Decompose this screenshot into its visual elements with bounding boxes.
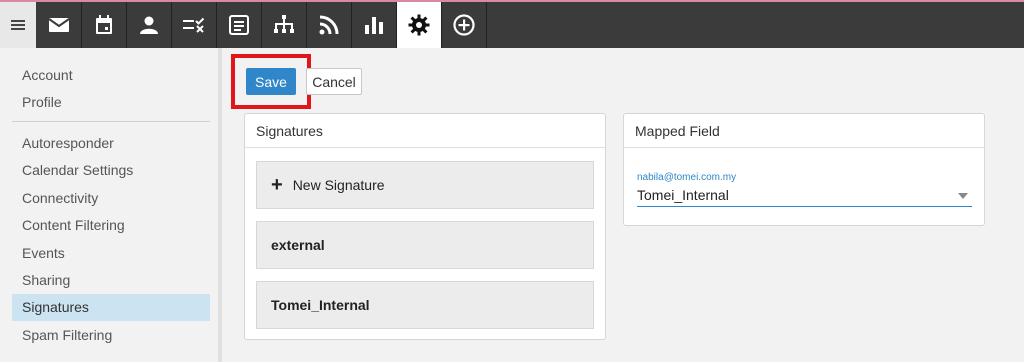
mail-app-button[interactable] <box>37 2 82 48</box>
org-chart-app-button[interactable] <box>262 2 307 48</box>
notes-icon <box>229 15 249 35</box>
add-circle-icon <box>453 14 475 36</box>
hamburger-icon <box>11 20 25 30</box>
mapped-field-panel: Mapped Field nabila@tomei.com.my Tomei_I… <box>623 113 985 226</box>
sidebar-item-autoresponder[interactable]: Autoresponder <box>12 130 210 157</box>
contacts-icon <box>140 16 158 34</box>
contacts-app-button[interactable] <box>127 2 172 48</box>
mapped-field-panel-title: Mapped Field <box>624 114 984 148</box>
calendar-app-button[interactable] <box>82 2 127 48</box>
calendar-icon <box>96 15 112 34</box>
hamburger-menu-button[interactable] <box>0 2 36 48</box>
app-launcher <box>37 2 487 48</box>
org-chart-icon <box>274 15 294 33</box>
signature-item-tomei-internal[interactable]: Tomei_Internal <box>256 281 594 329</box>
sidebar-item-sharing[interactable]: Sharing <box>12 267 210 294</box>
settings-sidebar: Account Profile Autoresponder Calendar S… <box>0 48 222 362</box>
signatures-panel-title: Signatures <box>245 114 605 148</box>
notes-app-button[interactable] <box>217 2 262 48</box>
mapped-field-value: Tomei_Internal <box>637 187 729 203</box>
add-app-button[interactable] <box>442 2 487 48</box>
settings-icon <box>408 14 430 36</box>
sidebar-divider <box>12 121 210 122</box>
top-toolbar <box>0 0 1024 48</box>
sidebar-item-signatures[interactable]: Signatures <box>12 294 210 321</box>
sidebar-item-spam-filtering[interactable]: Spam Filtering <box>12 322 210 349</box>
plus-icon: + <box>271 174 283 196</box>
signature-item-external[interactable]: external <box>256 221 594 269</box>
mail-icon <box>48 18 70 32</box>
dropdown-caret-icon <box>958 193 968 199</box>
signatures-panel: Signatures + New Signature external Tome… <box>244 113 606 340</box>
sidebar-item-content-filtering[interactable]: Content Filtering <box>12 212 210 239</box>
sidebar-item-calendar-settings[interactable]: Calendar Settings <box>12 157 210 184</box>
rss-icon <box>319 15 339 35</box>
new-signature-label: New Signature <box>292 177 385 193</box>
tasks-app-button[interactable] <box>172 2 217 48</box>
sidebar-item-events[interactable]: Events <box>12 240 210 267</box>
reports-app-button[interactable] <box>352 2 397 48</box>
reports-icon <box>365 17 383 34</box>
save-button[interactable]: Save <box>246 68 296 95</box>
sidebar-item-account[interactable]: Account <box>12 62 210 89</box>
cancel-button[interactable]: Cancel <box>306 68 362 95</box>
new-signature-button[interactable]: + New Signature <box>256 161 594 209</box>
rss-app-button[interactable] <box>307 2 352 48</box>
settings-app-button[interactable] <box>397 2 442 48</box>
mapped-field-select[interactable]: Tomei_Internal <box>637 185 972 207</box>
sidebar-item-connectivity[interactable]: Connectivity <box>12 185 210 212</box>
tasks-icon <box>183 17 205 33</box>
mapped-field-label: nabila@tomei.com.my <box>637 172 737 183</box>
sidebar-item-profile[interactable]: Profile <box>12 89 210 116</box>
main-content: Save Cancel Signatures + New Signature e… <box>226 48 1024 362</box>
